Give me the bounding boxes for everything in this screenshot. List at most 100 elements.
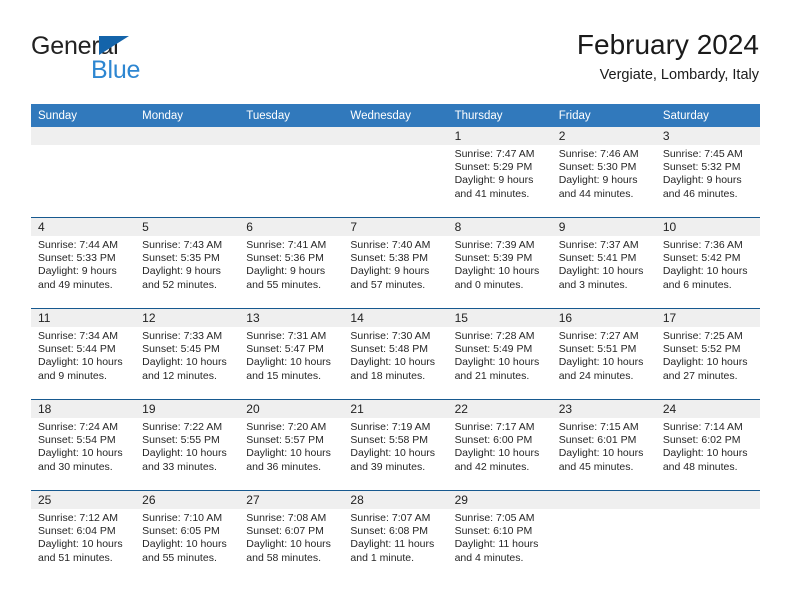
day-cell[interactable]: 28 Sunrise: 7:07 AM Sunset: 6:08 PM Dayligh…	[343, 491, 448, 581]
day-cell[interactable]: 21 Sunrise: 7:19 AM Sunset: 5:58 PM Dayligh…	[343, 400, 448, 490]
calendar-cell: 23 Sunrise: 7:15 AM Sunset: 6:01 PM Dayligh…	[551, 399, 656, 491]
daylight-text: and 1 minute.	[350, 551, 415, 564]
day-details: Sunrise: 7:24 AM Sunset: 5:54 PM Daylight:…	[31, 418, 135, 474]
day-cell[interactable]: 9 Sunrise: 7:37 AM Sunset: 5:41 PM Daylight…	[551, 218, 656, 308]
page-subtitle: Vergiate, Lombardy, Italy	[599, 67, 759, 83]
sunset-text: Sunset: 5:49 PM	[454, 343, 533, 356]
day-details: Sunrise: 7:20 AM Sunset: 5:57 PM Daylight:…	[239, 418, 343, 474]
calendar-cell	[343, 127, 448, 218]
day-number: 19	[135, 400, 240, 418]
day-details: Sunrise: 7:46 AM Sunset: 5:30 PM Daylight:…	[552, 145, 656, 201]
calendar-cell: 10 Sunrise: 7:36 AM Sunset: 5:42 PM Dayligh…	[655, 217, 760, 309]
sunset-text: Sunset: 5:36 PM	[246, 252, 324, 265]
day-cell[interactable]: 18 Sunrise: 7:24 AM Sunset: 5:54 PM Dayligh…	[31, 400, 136, 490]
daylight-text: Daylight: 10 hours	[558, 356, 644, 369]
sunrise-text: Sunrise: 7:19 AM	[350, 421, 431, 433]
day-number: 14	[343, 309, 448, 327]
week-row: 11 Sunrise: 7:34 AM Sunset: 5:44 PM Dayligh…	[31, 308, 760, 400]
sunrise-text: Sunrise: 7:07 AM	[350, 512, 431, 524]
calendar-table: Sunday Monday Tuesday Wednesday Thursday Frid…	[31, 104, 760, 581]
daylight-text: and 51 minutes.	[38, 551, 113, 564]
sunrise-text: Sunrise: 7:22 AM	[142, 421, 223, 433]
daylight-text: Daylight: 9 hours	[454, 174, 534, 187]
day-cell[interactable]: 13 Sunrise: 7:31 AM Sunset: 5:47 PM Dayligh…	[239, 309, 344, 399]
daylight-text: and 49 minutes.	[38, 278, 113, 291]
sunset-text: Sunset: 5:48 PM	[350, 343, 429, 356]
sunrise-text: Sunrise: 7:25 AM	[662, 330, 743, 342]
sunset-text: Sunset: 5:52 PM	[662, 343, 741, 356]
day-cell[interactable]: 4 Sunrise: 7:44 AM Sunset: 5:33 PM Daylight…	[31, 218, 136, 308]
day-cell[interactable]: 3 Sunrise: 7:45 AM Sunset: 5:32 PM Daylight…	[655, 127, 760, 217]
day-number: 16	[551, 309, 656, 327]
day-cell[interactable]: 19 Sunrise: 7:22 AM Sunset: 5:55 PM Dayligh…	[135, 400, 240, 490]
day-cell[interactable]: 6 Sunrise: 7:41 AM Sunset: 5:36 PM Daylight…	[239, 218, 344, 308]
day-cell-empty	[343, 127, 448, 217]
day-cell[interactable]: 7 Sunrise: 7:40 AM Sunset: 5:38 PM Daylight…	[343, 218, 448, 308]
day-details: Sunrise: 7:05 AM Sunset: 6:10 PM Daylight:…	[448, 509, 552, 565]
day-cell[interactable]: 16 Sunrise: 7:27 AM Sunset: 5:51 PM Dayligh…	[551, 309, 656, 399]
day-cell[interactable]: 22 Sunrise: 7:17 AM Sunset: 6:00 PM Dayligh…	[447, 400, 552, 490]
daylight-text: and 9 minutes.	[38, 369, 107, 382]
sunset-text: Sunset: 5:41 PM	[558, 252, 637, 265]
sunset-text: Sunset: 5:30 PM	[558, 161, 637, 174]
sunrise-text: Sunrise: 7:08 AM	[246, 512, 327, 524]
week-row: 25 Sunrise: 7:12 AM Sunset: 6:04 PM Dayligh…	[31, 490, 760, 581]
day-cell[interactable]: 27 Sunrise: 7:08 AM Sunset: 6:07 PM Dayligh…	[239, 491, 344, 581]
daylight-text: Daylight: 10 hours	[662, 265, 748, 278]
week-row: 18 Sunrise: 7:24 AM Sunset: 5:54 PM Dayligh…	[31, 399, 760, 491]
title-block: February 2024 Vergiate, Lombardy, Italy	[577, 28, 759, 86]
sunrise-text: Sunrise: 7:43 AM	[142, 239, 223, 251]
day-cell[interactable]: 23 Sunrise: 7:15 AM Sunset: 6:01 PM Dayligh…	[551, 400, 656, 490]
sunset-text: Sunset: 6:01 PM	[558, 434, 637, 447]
daylight-text: and 3 minutes.	[558, 278, 628, 291]
day-cell[interactable]: 29 Sunrise: 7:05 AM Sunset: 6:10 PM Dayligh…	[447, 491, 552, 581]
day-details: Sunrise: 7:36 AM Sunset: 5:42 PM Daylight:…	[656, 236, 760, 292]
weekday-header-row: Sunday Monday Tuesday Wednesday Thursday Frid…	[31, 104, 760, 127]
day-number	[655, 491, 760, 509]
day-cell[interactable]: 20 Sunrise: 7:20 AM Sunset: 5:57 PM Dayligh…	[239, 400, 344, 490]
day-cell[interactable]: 14 Sunrise: 7:30 AM Sunset: 5:48 PM Dayligh…	[343, 309, 448, 399]
day-cell-empty	[655, 491, 760, 581]
sunrise-text: Sunrise: 7:33 AM	[142, 330, 223, 342]
generalblue-logo[interactable]: General Blue	[31, 32, 261, 90]
day-cell[interactable]: 24 Sunrise: 7:14 AM Sunset: 6:02 PM Dayligh…	[655, 400, 760, 490]
day-cell[interactable]: 5 Sunrise: 7:43 AM Sunset: 5:35 PM Daylight…	[135, 218, 240, 308]
day-cell[interactable]: 17 Sunrise: 7:25 AM Sunset: 5:52 PM Dayligh…	[655, 309, 760, 399]
sunset-text: Sunset: 6:02 PM	[662, 434, 741, 447]
day-cell[interactable]: 11 Sunrise: 7:34 AM Sunset: 5:44 PM Dayligh…	[31, 309, 136, 399]
sunrise-text: Sunrise: 7:14 AM	[662, 421, 743, 433]
day-cell[interactable]: 10 Sunrise: 7:36 AM Sunset: 5:42 PM Dayligh…	[655, 218, 760, 308]
calendar-cell: 13 Sunrise: 7:31 AM Sunset: 5:47 PM Dayligh…	[239, 308, 344, 400]
day-number: 29	[447, 491, 552, 509]
day-cell[interactable]: 15 Sunrise: 7:28 AM Sunset: 5:49 PM Dayligh…	[447, 309, 552, 399]
day-number	[343, 127, 448, 145]
day-cell[interactable]: 12 Sunrise: 7:33 AM Sunset: 5:45 PM Dayligh…	[135, 309, 240, 399]
sunrise-text: Sunrise: 7:05 AM	[454, 512, 535, 524]
sunset-text: Sunset: 5:42 PM	[662, 252, 741, 265]
day-cell[interactable]: 26 Sunrise: 7:10 AM Sunset: 6:05 PM Dayligh…	[135, 491, 240, 581]
day-cell[interactable]: 2 Sunrise: 7:46 AM Sunset: 5:30 PM Daylight…	[551, 127, 656, 217]
day-number: 24	[655, 400, 760, 418]
calendar-cell: 24 Sunrise: 7:14 AM Sunset: 6:02 PM Dayligh…	[655, 399, 760, 491]
sunset-text: Sunset: 6:04 PM	[38, 525, 116, 538]
weekday-header-saturday: Saturday	[655, 104, 760, 127]
daylight-text: and 46 minutes.	[662, 187, 738, 200]
page-header: General Blue February 2024 Vergiate, Lom…	[31, 28, 759, 90]
sunrise-text: Sunrise: 7:40 AM	[350, 239, 431, 251]
day-number: 15	[447, 309, 552, 327]
sunrise-text: Sunrise: 7:45 AM	[662, 148, 743, 160]
day-details: Sunrise: 7:19 AM Sunset: 5:58 PM Daylight:…	[343, 418, 447, 474]
sunrise-text: Sunrise: 7:47 AM	[454, 148, 535, 160]
day-cell[interactable]: 1 Sunrise: 7:47 AM Sunset: 5:29 PM Daylight…	[447, 127, 552, 217]
day-details: Sunrise: 7:22 AM Sunset: 5:55 PM Daylight:…	[135, 418, 239, 474]
day-cell[interactable]: 25 Sunrise: 7:12 AM Sunset: 6:04 PM Dayligh…	[31, 491, 136, 581]
sunrise-text: Sunrise: 7:28 AM	[454, 330, 535, 342]
day-number: 9	[551, 218, 656, 236]
sunrise-text: Sunrise: 7:20 AM	[246, 421, 327, 433]
daylight-text: and 12 minutes.	[142, 369, 217, 382]
calendar-cell: 28 Sunrise: 7:07 AM Sunset: 6:08 PM Dayligh…	[343, 490, 448, 581]
daylight-text: and 57 minutes.	[350, 278, 426, 291]
day-cell[interactable]: 8 Sunrise: 7:39 AM Sunset: 5:39 PM Daylight…	[447, 218, 552, 308]
daylight-text: Daylight: 10 hours	[38, 447, 123, 460]
sunset-text: Sunset: 5:47 PM	[246, 343, 324, 356]
